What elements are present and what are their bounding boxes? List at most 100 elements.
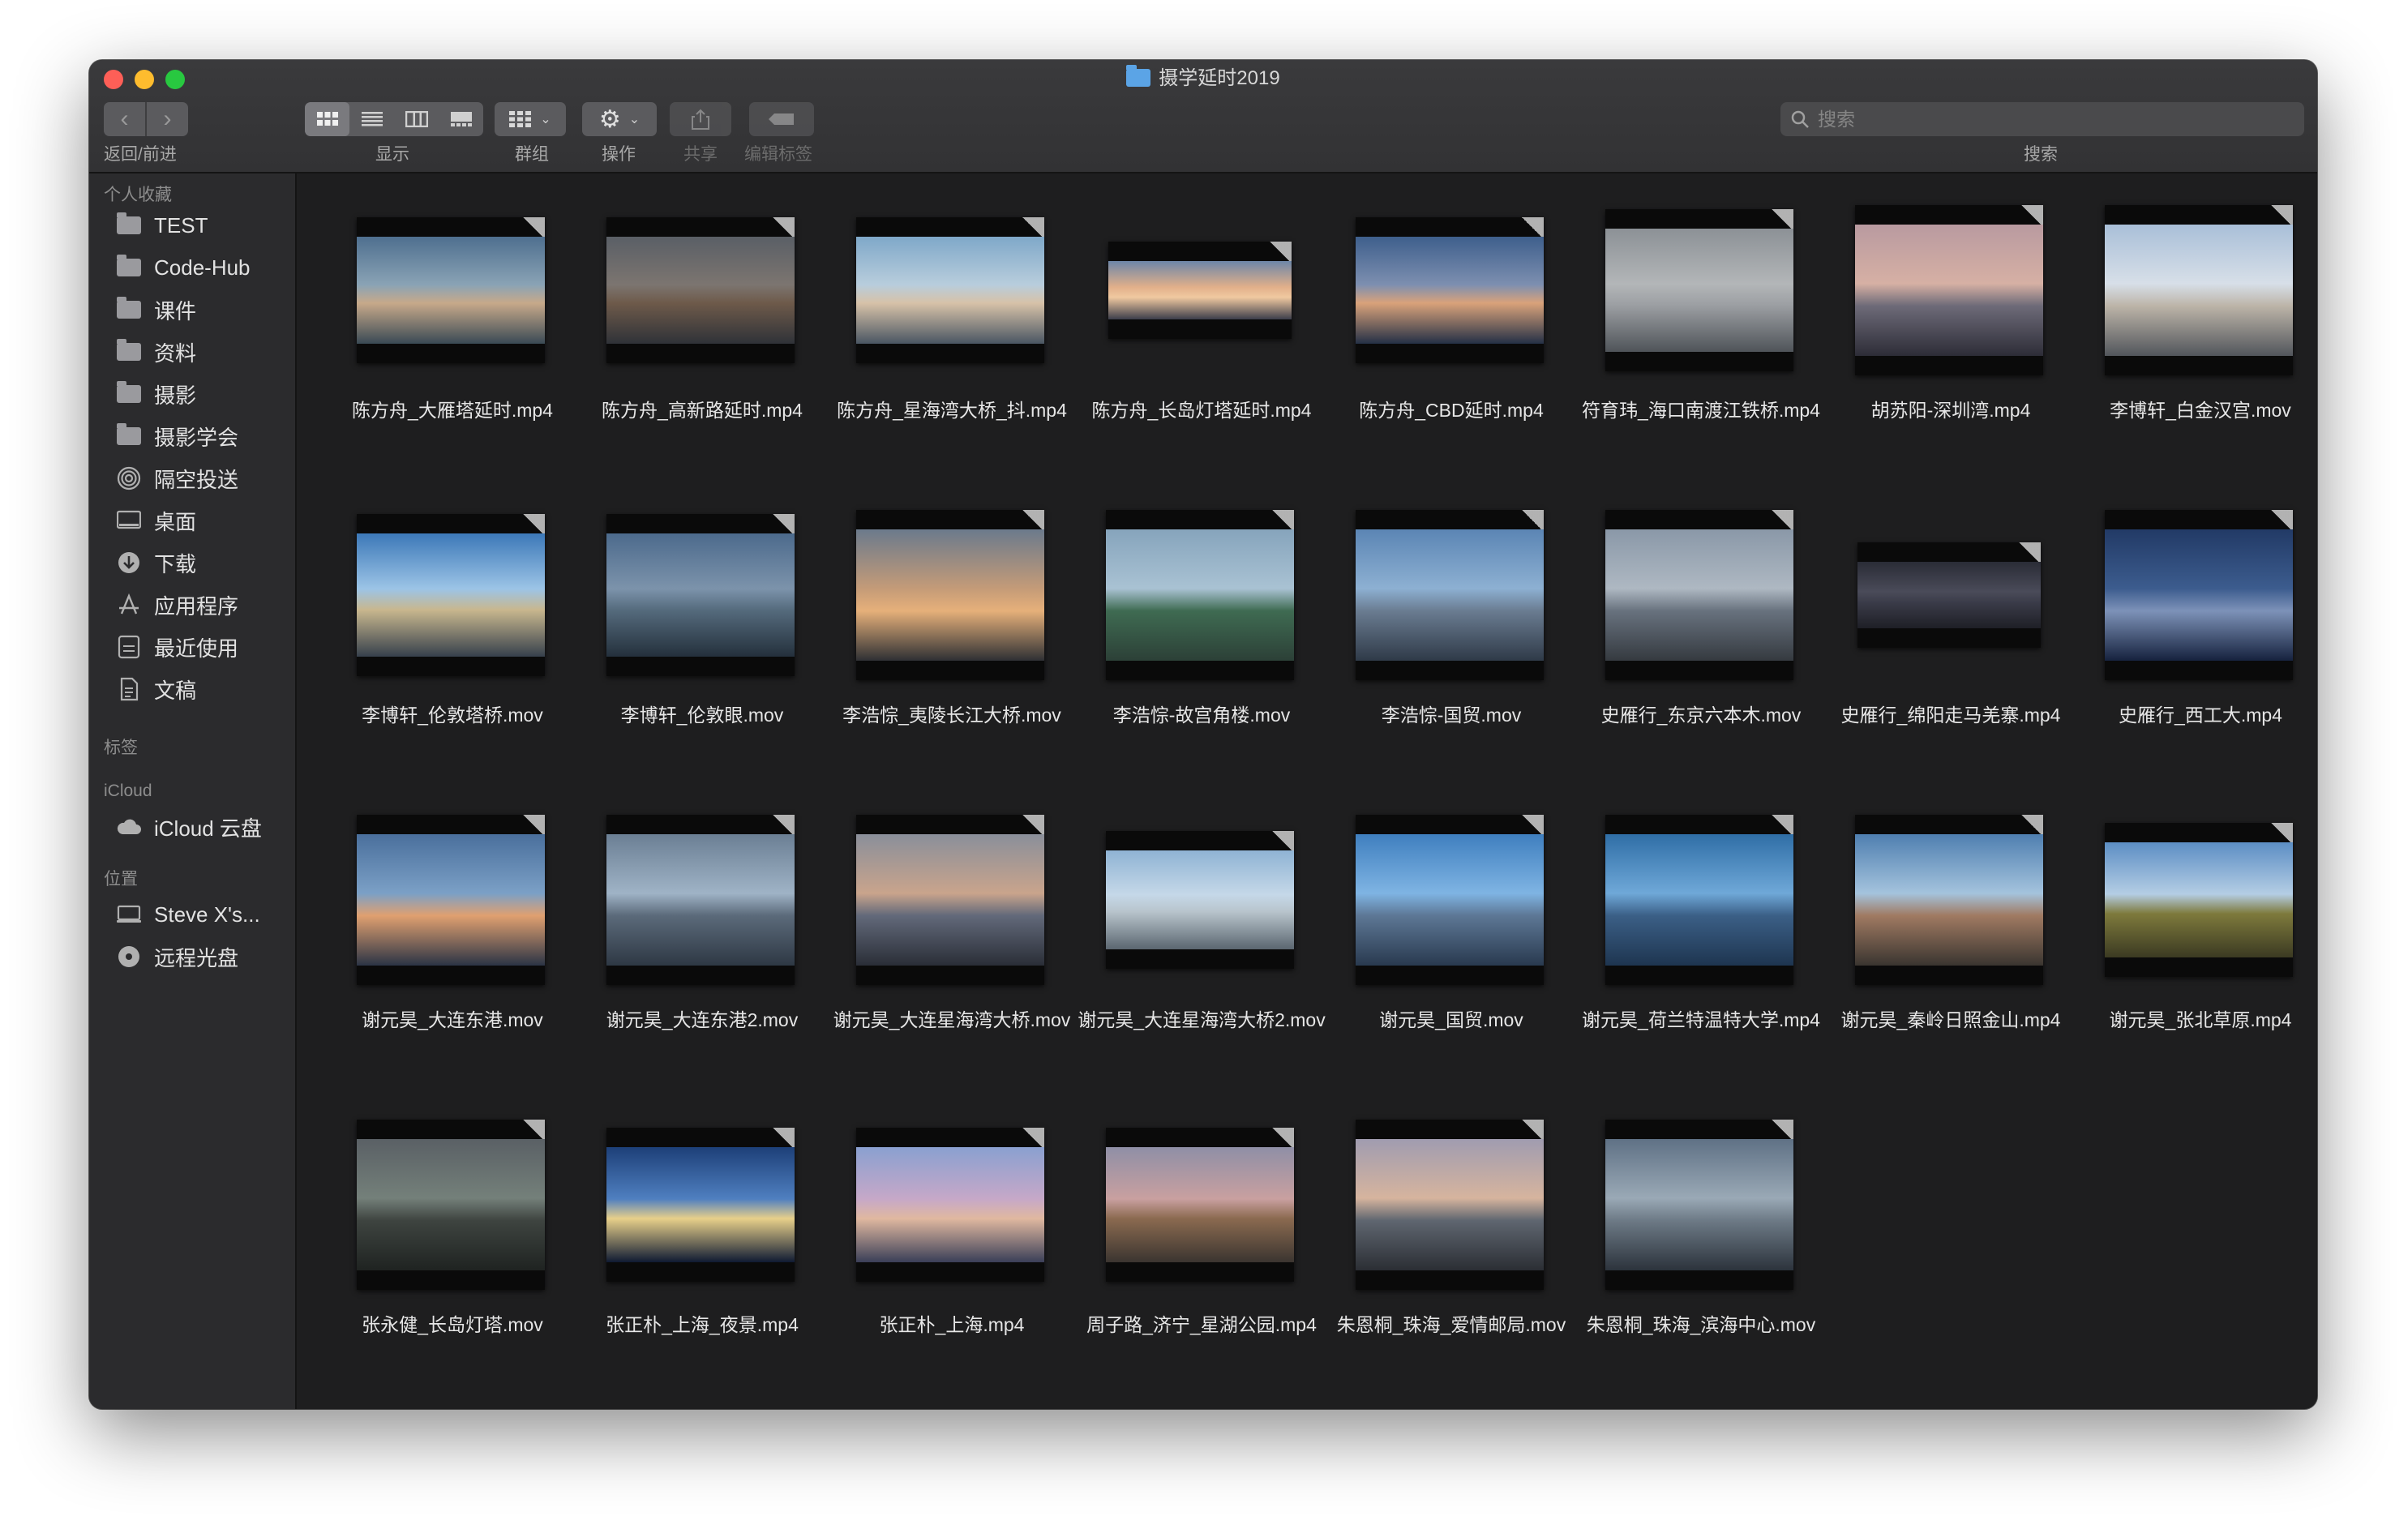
video-thumbnail[interactable] — [357, 1120, 545, 1290]
back-forward-control: ‹ › — [104, 102, 188, 136]
column-view-button[interactable] — [394, 102, 439, 136]
file-item[interactable]: 胡苏阳-深圳湾.mp4 — [1813, 205, 2056, 485]
video-thumbnail[interactable] — [1605, 815, 1793, 985]
file-item[interactable]: 陈方舟_CBD延时.mp4 — [1313, 209, 1557, 485]
file-item[interactable]: 张正朴_上海_夜景.mp4 — [564, 1124, 808, 1399]
sidebar-item-label: Code-Hub — [154, 255, 251, 280]
file-item[interactable]: 谢元昊_张北草原.mp4 — [2063, 819, 2306, 1094]
icon-view-button[interactable] — [305, 102, 349, 136]
file-name: 周子路_济宁_星湖公园.mp4 — [1086, 1314, 1317, 1335]
sidebar-item[interactable]: TEST — [115, 209, 208, 242]
video-thumbnail[interactable] — [1356, 1120, 1544, 1290]
sidebar-item[interactable]: 隔空投送 — [115, 462, 238, 495]
video-thumbnail[interactable] — [1855, 815, 2043, 985]
sidebar-item[interactable]: 摄影学会 — [115, 420, 238, 452]
file-item[interactable]: 谢元昊_秦岭日照金山.mp4 — [1813, 815, 2060, 1094]
sidebar-item[interactable]: 桌面 — [115, 504, 196, 537]
video-thumbnail[interactable] — [1356, 815, 1544, 985]
search-field[interactable] — [1780, 102, 2304, 136]
video-frame — [1356, 815, 1544, 985]
video-thumbnail[interactable] — [2105, 510, 2293, 680]
video-thumbnail[interactable] — [1855, 514, 2043, 676]
page-curl-icon — [770, 1128, 795, 1147]
file-item[interactable]: 史雁行_绵阳走马羌寨.mp4 — [1813, 514, 2060, 790]
file-item[interactable]: 谢元昊_大连东港2.mov — [564, 815, 808, 1094]
video-frame — [1106, 510, 1294, 680]
video-thumbnail[interactable] — [1106, 209, 1294, 371]
video-thumbnail[interactable] — [357, 815, 545, 985]
video-thumbnail[interactable] — [357, 209, 545, 371]
file-item[interactable]: 李博轩_伦敦眼.mov — [564, 514, 808, 790]
page-curl-icon — [770, 514, 795, 533]
video-preview-image — [1605, 834, 1793, 966]
file-item[interactable]: 陈方舟_长岛灯塔延时.mp4 — [1064, 209, 1311, 485]
file-item[interactable]: 李博轩_白金汉宫.mov — [2063, 205, 2306, 485]
file-item[interactable]: 史雁行_东京六本木.mov — [1563, 510, 1806, 790]
video-thumbnail[interactable] — [856, 510, 1044, 680]
file-item[interactable]: 陈方舟_高新路延时.mp4 — [564, 209, 808, 485]
group-button[interactable]: ⌄ — [495, 102, 566, 136]
video-thumbnail[interactable] — [1605, 1120, 1793, 1290]
action-button[interactable]: ⚙ ⌄ — [582, 102, 657, 136]
view-mode-control — [305, 102, 483, 136]
video-thumbnail[interactable] — [1356, 510, 1544, 680]
file-item[interactable]: 朱恩桐_珠海_爱情邮局.mov — [1313, 1120, 1566, 1399]
file-item[interactable]: 谢元昊_荷兰特温特大学.mp4 — [1563, 815, 1820, 1094]
back-button[interactable]: ‹ — [104, 102, 145, 136]
file-item[interactable]: 谢元昊_大连星海湾大桥.mov — [814, 815, 1070, 1094]
file-name: 谢元昊_大连东港2.mov — [606, 1009, 799, 1030]
video-thumbnail[interactable] — [357, 514, 545, 676]
file-item[interactable]: 史雁行_西工大.mp4 — [2063, 510, 2306, 790]
chevron-down-icon: ⌄ — [628, 113, 641, 126]
file-item[interactable]: 周子路_济宁_星湖公园.mp4 — [1064, 1124, 1317, 1399]
sidebar-item[interactable]: 远程光盘 — [115, 940, 238, 973]
file-item[interactable]: 李浩悰-故宫角楼.mov — [1064, 510, 1307, 790]
video-thumbnail[interactable] — [2105, 205, 2293, 375]
video-thumbnail[interactable] — [1855, 205, 2043, 375]
forward-button[interactable]: › — [147, 102, 188, 136]
video-thumbnail[interactable] — [856, 815, 1044, 985]
file-item[interactable]: 张正朴_上海.mp4 — [814, 1124, 1057, 1399]
search-label: 搜索 — [2024, 145, 2058, 164]
sidebar-item[interactable]: iCloud 云盘 — [115, 811, 262, 843]
edit-tags-button[interactable] — [749, 102, 814, 136]
sidebar-item[interactable]: 课件 — [115, 293, 196, 326]
file-item[interactable]: 李浩悰-国贸.mov — [1313, 510, 1557, 790]
video-thumbnail[interactable] — [856, 209, 1044, 371]
sidebar-item[interactable]: 资料 — [115, 336, 196, 368]
video-thumbnail[interactable] — [2105, 819, 2293, 981]
video-thumbnail[interactable] — [856, 1124, 1044, 1286]
file-item[interactable]: 陈方舟_大雁塔延时.mp4 — [315, 209, 558, 485]
sidebar-item[interactable]: 下载 — [115, 546, 196, 579]
video-thumbnail[interactable] — [1356, 209, 1544, 371]
video-thumbnail[interactable] — [606, 815, 795, 985]
file-item[interactable]: 符育玮_海口南渡江铁桥.mp4 — [1563, 209, 1820, 485]
video-thumbnail[interactable] — [1605, 510, 1793, 680]
sidebar-item[interactable]: Steve X's... — [115, 898, 260, 931]
video-thumbnail[interactable] — [1605, 209, 1793, 371]
share-button[interactable] — [670, 102, 731, 136]
sidebar-item[interactable]: Code-Hub — [115, 251, 251, 284]
video-frame — [357, 1120, 545, 1290]
sidebar-item[interactable]: 文稿 — [115, 673, 196, 705]
file-item[interactable]: 谢元昊_大连东港.mov — [315, 815, 558, 1094]
file-item[interactable]: 朱恩桐_珠海_滨海中心.mov — [1563, 1120, 1815, 1399]
video-thumbnail[interactable] — [606, 1124, 795, 1286]
video-thumbnail[interactable] — [1106, 510, 1294, 680]
sidebar-item[interactable]: 应用程序 — [115, 589, 238, 621]
file-item[interactable]: 谢元昊_国贸.mov — [1313, 815, 1557, 1094]
file-item[interactable]: 张永健_长岛灯塔.mov — [315, 1120, 558, 1399]
video-thumbnail[interactable] — [606, 514, 795, 676]
video-thumbnail[interactable] — [1106, 819, 1294, 981]
file-item[interactable]: 李博轩_伦敦塔桥.mov — [315, 514, 558, 790]
file-item[interactable]: 陈方舟_星海湾大桥_抖.mp4 — [814, 209, 1067, 485]
search-input[interactable] — [1816, 107, 2273, 131]
file-item[interactable]: 谢元昊_大连星海湾大桥2.mov — [1064, 819, 1326, 1094]
video-thumbnail[interactable] — [606, 209, 795, 371]
file-item[interactable]: 李浩悰_夷陵长江大桥.mov — [814, 510, 1061, 790]
video-thumbnail[interactable] — [1106, 1124, 1294, 1286]
sidebar-item[interactable]: 最近使用 — [115, 631, 238, 663]
sidebar-item[interactable]: 摄影 — [115, 378, 196, 410]
gallery-view-button[interactable] — [439, 102, 483, 136]
list-view-button[interactable] — [349, 102, 394, 136]
